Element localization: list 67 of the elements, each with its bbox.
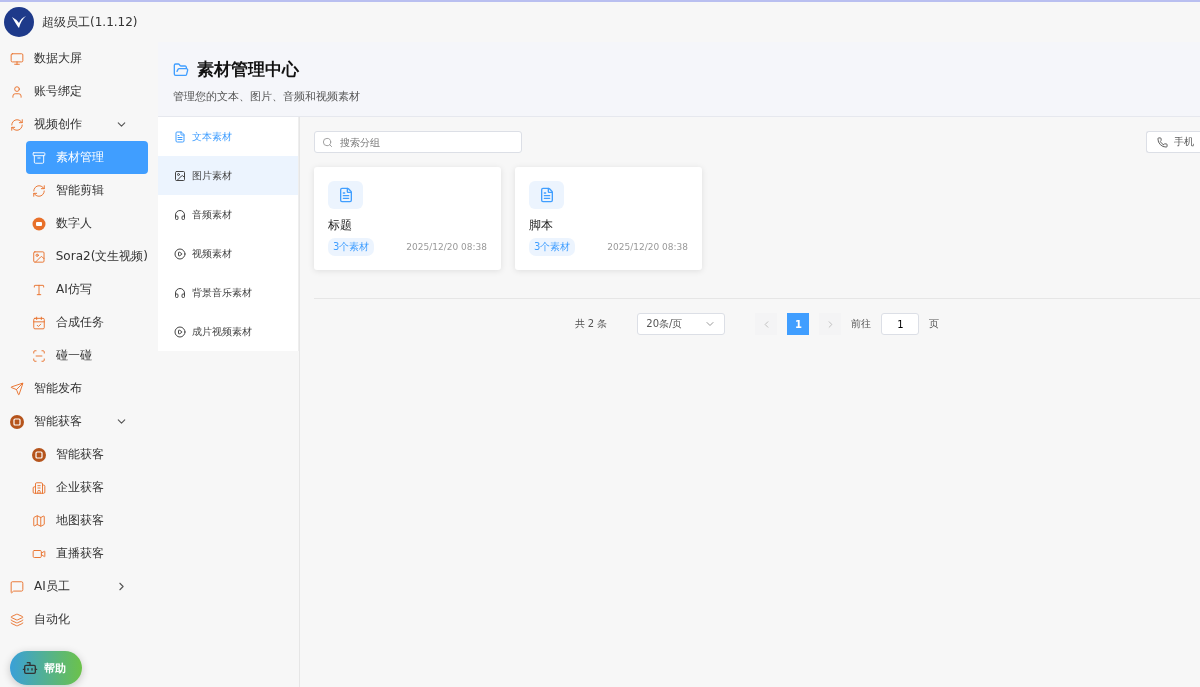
group-card[interactable]: 脚本 3个素材 2025/12/20 08:38 [515, 167, 702, 270]
refresh-icon [10, 117, 24, 132]
phone-icon [1157, 136, 1168, 148]
group-date: 2025/12/20 08:38 [406, 242, 487, 252]
ai-icon [32, 216, 46, 231]
search-input[interactable]: 搜索分组 [338, 135, 512, 149]
page-input[interactable]: 1 [881, 313, 920, 335]
search-field[interactable]: 搜索分组 [314, 131, 522, 153]
group-name: 标题 [328, 217, 353, 234]
user-icon [10, 84, 24, 99]
refresh-icon [32, 183, 46, 198]
chat-icon [10, 579, 24, 594]
badge-icon [32, 447, 46, 462]
map-icon [32, 513, 46, 528]
group-name: 脚本 [529, 217, 554, 234]
sidebar-subitem[interactable]: Sora2(文生视频) [26, 240, 148, 273]
page-size-select[interactable]: 20条/页 [637, 313, 726, 335]
scan-icon [32, 348, 46, 363]
play-icon [174, 325, 186, 338]
sidebar-item[interactable]: 账号绑定 [0, 75, 158, 108]
robot-icon-inner [22, 660, 38, 676]
sidebar-subitem[interactable]: 智能剪辑 [26, 174, 148, 207]
search-icon [322, 136, 333, 148]
sidebar-subitem[interactable]: AI仿写 [26, 273, 148, 306]
goto-label: 前往 [851, 317, 872, 331]
sidebar-subitem[interactable]: 合成任务 [26, 306, 148, 339]
sidebar-item[interactable]: 数据大屏 [0, 42, 158, 75]
type-icon [32, 282, 46, 297]
headphones-icon [174, 286, 186, 299]
image-icon [32, 249, 46, 264]
sidebar-subitem[interactable]: 地图获客 [26, 504, 148, 537]
folder-icon [173, 61, 189, 78]
phone-button[interactable]: 手机 [1146, 131, 1200, 153]
file-icon [174, 130, 186, 143]
sidebar-subitem[interactable]: 碰一碰 [26, 339, 148, 372]
building-icon [32, 480, 46, 495]
stack-icon [10, 612, 24, 627]
badge-icon [10, 414, 24, 429]
page-title: 素材管理中心 [197, 58, 299, 81]
app-logo [4, 7, 34, 37]
sidebar-item[interactable]: 视频创作 [0, 108, 158, 141]
headphones-icon [174, 208, 186, 221]
sidebar-subitem[interactable]: 智能获客 [26, 438, 148, 471]
play-icon [174, 247, 186, 260]
page-subtitle: 管理您的文本、图片、音频和视频素材 [173, 89, 361, 104]
sidebar-item[interactable]: 自动化 [0, 603, 158, 636]
group-date: 2025/12/20 08:38 [607, 242, 688, 252]
app-title: 超级员工(1.1.12) [42, 13, 138, 31]
monitor-icon [10, 51, 24, 66]
calendar-icon [32, 315, 46, 330]
count-tag: 3个素材 [328, 238, 375, 256]
sidebar-subitem[interactable]: 数字人 [26, 207, 148, 240]
total-count: 共 2 条 [574, 317, 608, 331]
document-icon [337, 187, 354, 203]
page-suffix: 页 [929, 317, 940, 331]
group-card[interactable]: 标题 3个素材 2025/12/20 08:38 [314, 167, 501, 270]
sidebar-subitem[interactable]: 直播获客 [26, 537, 148, 570]
send-icon [10, 381, 24, 396]
archive-icon [32, 150, 46, 165]
document-icon [538, 187, 555, 203]
image-icon [174, 169, 186, 182]
count-tag: 3个素材 [529, 238, 576, 256]
sidebar-subitem[interactable]: 企业获客 [26, 471, 148, 504]
sidebar-item[interactable]: 智能发布 [0, 372, 158, 405]
sidebar-item[interactable]: 智能获客 [0, 405, 158, 438]
category-item[interactable]: 图片素材 [158, 156, 298, 195]
sidebar-item[interactable]: AI员工 [0, 570, 158, 603]
